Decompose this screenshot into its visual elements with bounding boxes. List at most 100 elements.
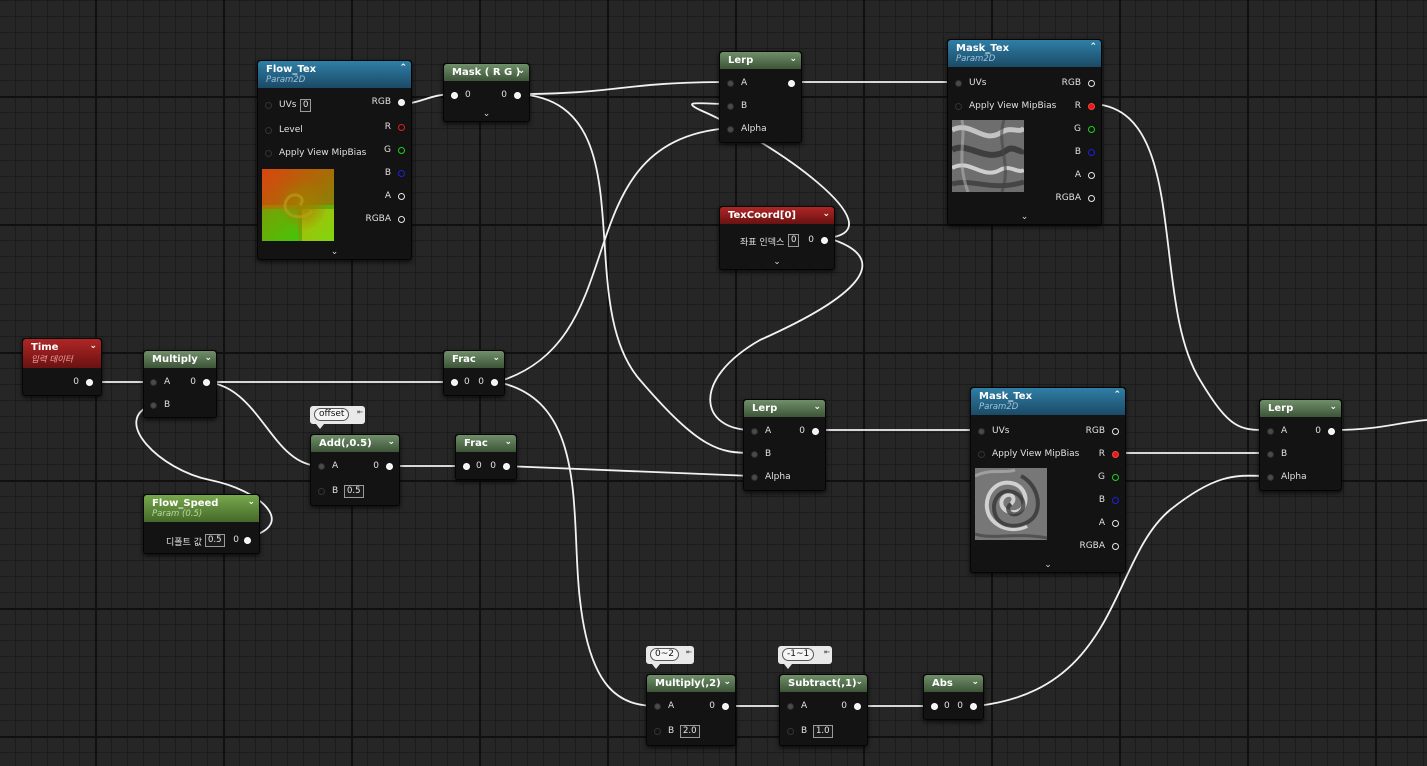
input-pin[interactable] (451, 379, 458, 386)
input-pin-uvs[interactable] (978, 428, 985, 435)
output-pin-g[interactable] (1088, 126, 1095, 133)
lerp-node-header[interactable]: Lerp ⌄ (1260, 400, 1341, 417)
subtract-node-header[interactable]: Subtract(,1) ⌄ (780, 675, 867, 692)
output-pin-a[interactable] (1088, 172, 1095, 179)
output-pin[interactable] (970, 703, 977, 710)
input-pin[interactable] (463, 463, 470, 470)
chevron-down-icon[interactable]: ⌄ (1329, 402, 1337, 412)
chevron-up-icon[interactable]: ⌃ (1089, 42, 1097, 52)
chevron-down-icon[interactable]: ⌄ (813, 402, 821, 412)
chevron-down-icon[interactable]: ⌄ (789, 54, 797, 64)
output-pin-rgb[interactable] (398, 99, 405, 106)
output-pin-b[interactable] (398, 170, 405, 177)
output-pin-a[interactable] (398, 193, 405, 200)
input-pin-b[interactable] (751, 451, 758, 458)
input-pin-b[interactable] (1267, 451, 1274, 458)
pin-icon[interactable]: ⇤ (824, 648, 830, 656)
texcoord-node-header[interactable]: TexCoord[0] ⌄ (720, 207, 834, 224)
lerp-node-header[interactable]: Lerp ⌄ (744, 400, 825, 417)
input-pin-a[interactable] (654, 703, 661, 710)
output-pin-g[interactable] (1112, 474, 1119, 481)
output-pin[interactable] (386, 463, 393, 470)
input-pin[interactable] (451, 92, 458, 99)
output-pin-rgba[interactable] (398, 216, 405, 223)
frac-node-2[interactable]: Frac ⌄ 0 0 (455, 434, 517, 480)
chevron-up-icon[interactable]: ⌃ (1113, 390, 1121, 400)
abs-node-header[interactable]: Abs ⌄ (924, 675, 983, 692)
output-pin-rgba[interactable] (1112, 543, 1119, 550)
mask-tex-node-2[interactable]: Mask_Tex Param2D ⌃ UVs Apply View MipBia… (970, 387, 1126, 573)
input-pin-a[interactable] (1267, 428, 1274, 435)
mask-rg-node-header[interactable]: Mask ( R G ) ⌄ (444, 64, 529, 81)
chevron-down-icon[interactable]: ⌄ (971, 560, 1125, 570)
output-pin-b[interactable] (1088, 149, 1095, 156)
input-pin-mipbias[interactable] (978, 451, 985, 458)
input-pin-alpha[interactable] (727, 126, 734, 133)
output-pin-r[interactable] (1088, 103, 1095, 110)
multiply-node[interactable]: Multiply ⌄ A 0 B (143, 350, 217, 418)
multiply-2-node-header[interactable]: Multiply(,2) ⌄ (647, 675, 735, 692)
input-pin-uvs[interactable] (265, 102, 272, 109)
default-value-field[interactable]: 0.5 (205, 534, 225, 547)
frac-node-header[interactable]: Frac ⌄ (456, 435, 516, 452)
material-graph-canvas[interactable]: Time 입력 데이터 ⌄ 0 Multiply ⌄ A 0 B Flow_Sp… (0, 0, 1427, 766)
pin-icon[interactable]: ⇤ (686, 648, 692, 656)
comment-bubble-offset[interactable]: offset ⇤ (310, 406, 365, 429)
output-pin[interactable] (812, 428, 819, 435)
output-pin-rgba[interactable] (1088, 195, 1095, 202)
mask-tex-node-1[interactable]: Mask_Tex Param2D ⌃ UVs Apply View MipBia… (947, 39, 1102, 225)
output-pin[interactable] (821, 237, 828, 244)
input-pin-b[interactable] (727, 103, 734, 110)
output-pin-g[interactable] (398, 147, 405, 154)
input-pin-b[interactable] (654, 728, 661, 735)
chevron-down-icon[interactable]: ⌄ (492, 353, 500, 363)
flow-speed-node-header[interactable]: Flow_Speed Param (0.5) ⌄ (144, 495, 259, 522)
input-pin-alpha[interactable] (751, 474, 758, 481)
comment-bubble-range-neg1-1[interactable]: -1~1 ⇤ (778, 646, 832, 669)
input-pin-b[interactable] (787, 728, 794, 735)
chevron-down-icon[interactable]: ⌄ (855, 677, 863, 687)
output-pin[interactable] (788, 80, 795, 87)
add-node-header[interactable]: Add(,0.5) ⌄ (311, 435, 399, 452)
lerp-node-header[interactable]: Lerp ⌄ (720, 52, 801, 69)
lerp-node-2[interactable]: Lerp ⌄ A 0 B Alpha (743, 399, 826, 491)
input-pin-a[interactable] (150, 379, 157, 386)
output-pin[interactable] (514, 92, 521, 99)
lerp-node-1[interactable]: Lerp ⌄ A B Alpha (719, 51, 802, 143)
input-pin-uvs[interactable] (955, 80, 962, 87)
pin-icon[interactable]: ⇤ (357, 408, 363, 416)
input-pin-mipbias[interactable] (265, 150, 272, 157)
input-pin-a[interactable] (727, 80, 734, 87)
output-pin[interactable] (203, 379, 210, 386)
uvs-value-field[interactable]: 0 (300, 99, 312, 112)
frac-node-1[interactable]: Frac ⌄ 0 0 (443, 350, 505, 396)
mask-rg-node[interactable]: Mask ( R G ) ⌄ 0 0 ⌄ (443, 63, 530, 122)
b-value-field[interactable]: 2.0 (680, 725, 700, 738)
flow-tex-node-header[interactable]: Flow_Tex Param2D ⌃ (258, 61, 411, 88)
input-pin-level[interactable] (265, 127, 272, 134)
chevron-down-icon[interactable]: ⌄ (971, 677, 979, 687)
input-pin-mipbias[interactable] (955, 103, 962, 110)
mask-tex-node-header[interactable]: Mask_Tex Param2D ⌃ (948, 40, 1101, 67)
input-pin-a[interactable] (787, 703, 794, 710)
comment-bubble-range-0-2[interactable]: 0~2 ⇤ (646, 646, 694, 669)
output-pin[interactable] (854, 703, 861, 710)
chevron-down-icon[interactable]: ⌄ (517, 66, 525, 76)
input-pin-b[interactable] (150, 402, 157, 409)
output-pin-b[interactable] (1112, 497, 1119, 504)
time-node-header[interactable]: Time 입력 데이터 ⌄ (23, 339, 101, 368)
chevron-down-icon[interactable]: ⌄ (720, 257, 834, 267)
lerp-node-3[interactable]: Lerp ⌄ A 0 B Alpha (1259, 399, 1342, 491)
input-pin-a[interactable] (751, 428, 758, 435)
input-pin[interactable] (931, 703, 938, 710)
input-pin-b[interactable] (318, 488, 325, 495)
time-node[interactable]: Time 입력 데이터 ⌄ 0 (22, 338, 102, 396)
chevron-down-icon[interactable]: ⌄ (258, 247, 411, 257)
chevron-down-icon[interactable]: ⌄ (948, 212, 1101, 222)
flow-speed-node[interactable]: Flow_Speed Param (0.5) ⌄ 디폴트 값 0.5 0 (143, 494, 260, 554)
mask-tex-node-header[interactable]: Mask_Tex Param2D ⌃ (971, 388, 1125, 415)
output-pin[interactable] (722, 703, 729, 710)
chevron-up-icon[interactable]: ⌃ (399, 63, 407, 73)
chevron-down-icon[interactable]: ⌄ (204, 353, 212, 363)
chevron-down-icon[interactable]: ⌄ (723, 677, 731, 687)
